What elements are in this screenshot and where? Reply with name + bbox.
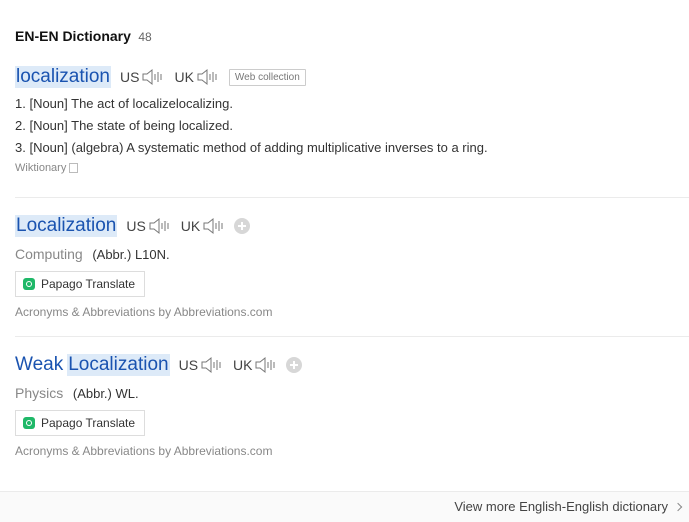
view-more-label: View more English-English dictionary	[454, 499, 668, 514]
us-label: US	[120, 69, 140, 85]
us-label: US	[178, 357, 199, 373]
speaker-icon[interactable]	[148, 217, 172, 235]
abbr-line: Computing (Abbr.) L10N.	[15, 246, 689, 262]
papago-label: Papago Translate	[41, 277, 136, 291]
abbr-text: (Abbr.) WL.	[72, 386, 139, 401]
speaker-icon[interactable]	[202, 217, 226, 235]
section-title: EN-EN Dictionary	[15, 28, 131, 44]
uk-label: UK	[233, 357, 253, 373]
source-link[interactable]: Wiktionary	[15, 162, 66, 174]
domain-label: Physics	[15, 385, 64, 401]
web-collection-tag[interactable]: Web collection	[228, 68, 306, 86]
headword-link[interactable]: localization	[15, 66, 111, 88]
uk-label: UK	[174, 69, 194, 85]
us-label: US	[126, 218, 146, 234]
speaker-icon[interactable]	[196, 68, 220, 86]
chevron-right-icon	[673, 502, 683, 511]
divider	[15, 197, 689, 198]
abbr-text: (Abbr.) L10N.	[92, 247, 170, 262]
source-line: Wiktionary	[15, 162, 689, 174]
definition-item: 2. [Noun] The state of being localized.	[15, 118, 234, 133]
result-count: 48	[138, 30, 152, 44]
speaker-icon[interactable]	[141, 68, 165, 86]
papago-translate-button[interactable]: Papago Translate	[15, 410, 146, 436]
abbr-line: Physics (Abbr.) WL.	[15, 385, 689, 401]
source-link[interactable]: Acronyms & Abbreviations by Abbreviation…	[15, 444, 272, 458]
entry-localization: localization US UK Web collection 1. [No…	[15, 65, 689, 174]
papago-label: Papago Translate	[41, 416, 136, 430]
source-line: Acronyms & Abbreviations by Abbreviation…	[15, 444, 689, 458]
footer-bar: View more English-English dictionary	[0, 491, 689, 522]
headword-link[interactable]: Localization	[15, 215, 118, 237]
speaker-icon[interactable]	[200, 356, 224, 374]
source-line: Acronyms & Abbreviations by Abbreviation…	[15, 305, 689, 319]
papago-icon	[23, 278, 35, 290]
definition-item: 3. [Noun] (algebra) A systematic method …	[15, 140, 488, 155]
papago-translate-button[interactable]: Papago Translate	[15, 271, 146, 297]
copy-icon[interactable]	[69, 163, 79, 173]
headword-link[interactable]: Weak	[15, 354, 63, 376]
domain-label: Computing	[15, 246, 83, 262]
speaker-icon[interactable]	[254, 356, 278, 374]
entry-localization-abbr: Localization US UK Computing (Abbr.) L10…	[15, 214, 689, 319]
headword-link[interactable]: Localization	[67, 354, 170, 376]
source-link[interactable]: Acronyms & Abbreviations by Abbreviation…	[15, 305, 272, 319]
section-header: EN-EN Dictionary 48	[15, 28, 152, 46]
entry-weak-localization: Weak Localization US UK Physics (Abbr.) …	[15, 353, 689, 458]
add-icon[interactable]	[234, 218, 251, 234]
view-more-link[interactable]: View more English-English dictionary	[454, 499, 683, 514]
divider	[15, 336, 689, 337]
add-icon[interactable]	[286, 357, 303, 373]
definition-item: 1. [Noun] The act of localizelocalizing.	[15, 96, 233, 111]
uk-label: UK	[180, 218, 201, 234]
papago-icon	[23, 417, 35, 429]
